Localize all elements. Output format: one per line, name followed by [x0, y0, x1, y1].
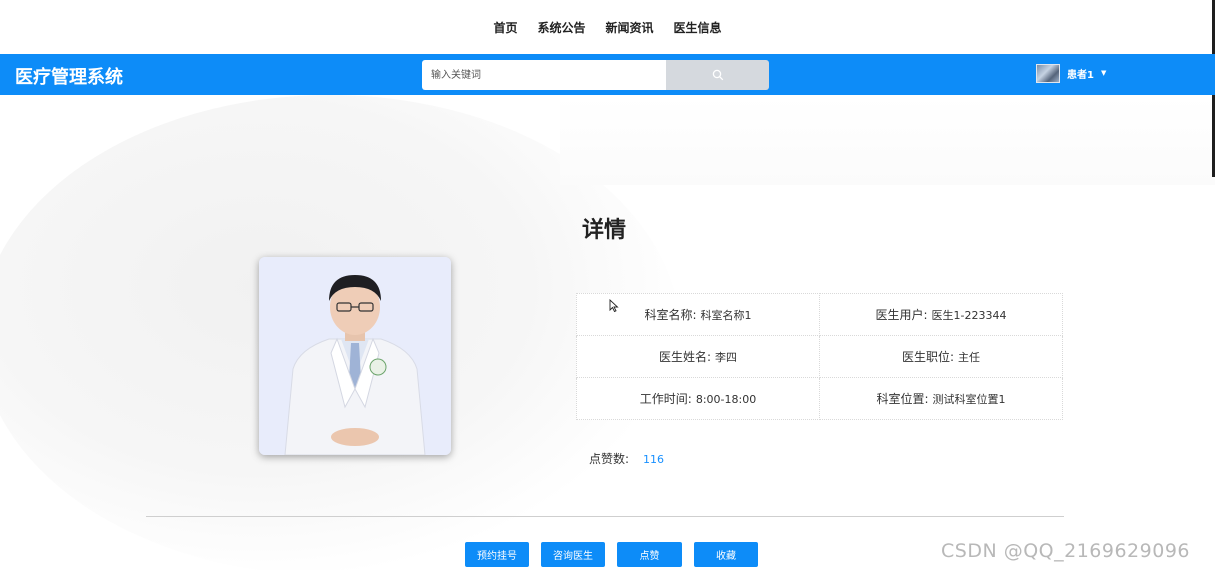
mouse-cursor-icon — [609, 299, 619, 313]
info-cell: 医生用户: 医生1-223344 — [819, 293, 1063, 336]
caret-down-icon: ▼ — [1100, 69, 1107, 77]
field-value: 测试科室位置1 — [932, 393, 1006, 406]
like-button[interactable]: 点赞 — [617, 542, 682, 567]
nav-doctors[interactable]: 医生信息 — [674, 19, 722, 36]
username: 患者1 — [1067, 69, 1094, 81]
field-label: 医生职位: — [901, 350, 955, 364]
header-bar: 医疗管理系统 患者1 ▼ — [0, 54, 1215, 95]
field-value: 科室名称1 — [700, 309, 752, 322]
doctor-photo — [259, 257, 451, 455]
top-nav: 首页 系统公告 新闻资讯 医生信息 — [0, 0, 1215, 54]
favorite-button[interactable]: 收藏 — [694, 542, 758, 567]
field-value: 8:00-18:00 — [695, 393, 757, 406]
nav-news[interactable]: 新闻资讯 — [606, 19, 654, 36]
likes-label: 点赞数: — [589, 452, 630, 466]
info-cell: 医生姓名: 李四 — [576, 335, 820, 378]
field-label: 医生用户: — [875, 308, 928, 322]
field-label: 医生姓名: — [658, 350, 712, 364]
field-label: 科室位置: — [876, 392, 929, 406]
info-cell: 医生职位: 主任 — [819, 335, 1063, 378]
nav-home[interactable]: 首页 — [493, 19, 517, 36]
watermark: CSDN @QQ_2169629096 — [941, 540, 1191, 562]
likes-count: 116 — [643, 453, 665, 466]
background-band — [560, 95, 1215, 185]
info-cell: 科室位置: 测试科室位置1 — [819, 377, 1063, 420]
field-label: 科室名称: — [644, 308, 697, 322]
info-cell: 工作时间: 8:00-18:00 — [576, 377, 820, 420]
field-value: 主任 — [958, 351, 981, 364]
book-appointment-button[interactable]: 预约挂号 — [465, 542, 529, 567]
consult-doctor-button[interactable]: 咨询医生 — [541, 542, 605, 567]
page-title: 详情 — [582, 218, 627, 243]
search-button[interactable] — [666, 60, 769, 90]
search-icon — [712, 69, 723, 81]
nav-announcements[interactable]: 系统公告 — [537, 19, 585, 36]
avatar — [1036, 63, 1060, 83]
search-input[interactable] — [422, 60, 666, 90]
user-menu[interactable]: 患者1 ▼ — [1036, 60, 1106, 86]
field-label: 工作时间: — [639, 392, 692, 406]
likes-row: 点赞数: 116 — [589, 450, 664, 467]
doctor-info-table: 科室名称: 科室名称1 医生用户: 医生1-223344 医生姓名: 李四 医生职位:… — [576, 293, 1063, 420]
field-value: 李四 — [715, 351, 738, 364]
brand-title: 医疗管理系统 — [15, 67, 123, 88]
field-value: 医生1-223344 — [931, 309, 1007, 322]
divider — [146, 516, 1064, 517]
